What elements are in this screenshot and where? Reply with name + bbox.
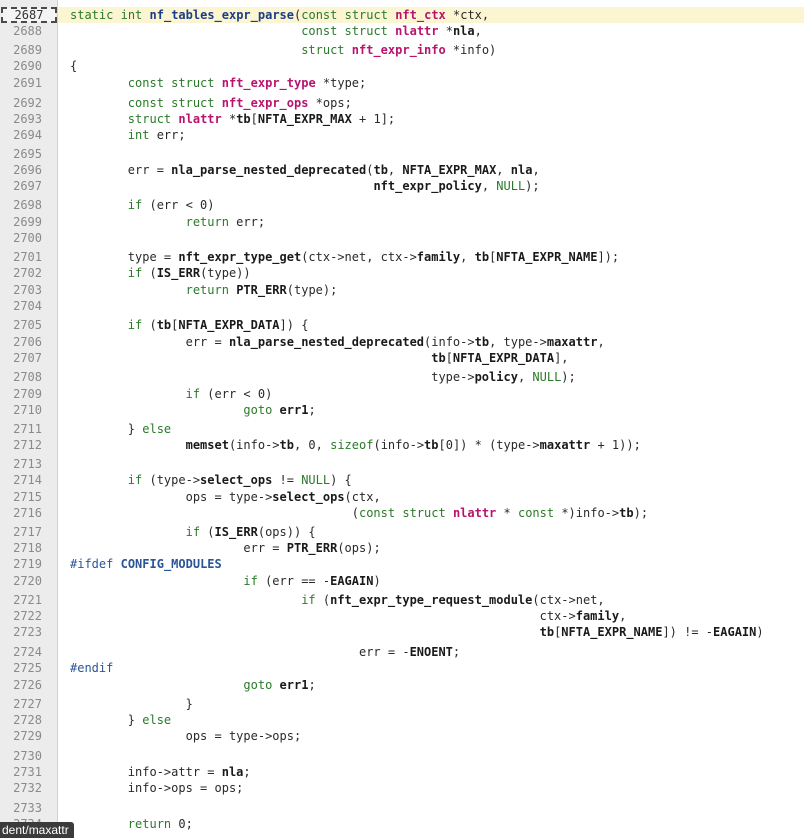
code-line[interactable]: const struct nft_expr_type *type; [70, 76, 366, 90]
line-number[interactable]: 2731 [0, 765, 42, 779]
code-line[interactable]: err = -ENOENT; [70, 645, 460, 659]
code-line[interactable]: type->policy, NULL); [70, 370, 576, 384]
line-number[interactable]: 2702 [0, 266, 42, 280]
line-number[interactable]: 2722 [0, 609, 42, 623]
line-number[interactable]: 2729 [0, 729, 42, 743]
line-number[interactable]: 2715 [0, 490, 42, 504]
code-line[interactable]: return PTR_ERR(type); [70, 283, 338, 297]
code-line[interactable]: const struct nft_expr_ops *ops; [70, 96, 352, 110]
line-number[interactable]: 2733 [0, 801, 42, 815]
line-number[interactable]: 2699 [0, 215, 42, 229]
code-line[interactable]: const struct nlattr *nla, [70, 24, 482, 38]
code-line[interactable]: ops = type->ops; [70, 729, 302, 743]
line-number[interactable]: 2725 [0, 661, 42, 675]
code-line[interactable]: return err; [70, 215, 265, 229]
code-line[interactable]: if (nft_expr_type_request_module(ctx->ne… [70, 593, 604, 607]
line-number[interactable]: 2694 [0, 128, 42, 142]
line-number[interactable]: 2713 [0, 457, 42, 471]
line-number[interactable]: 2703 [0, 283, 42, 297]
line-number[interactable]: 2720 [0, 574, 42, 588]
code-line[interactable]: int err; [70, 128, 186, 142]
line-number[interactable]: 2712 [0, 438, 42, 452]
code-line[interactable]: #ifdef CONFIG_MODULES [70, 557, 222, 571]
line-number[interactable]: 2730 [0, 749, 42, 763]
line-number[interactable]: 2705 [0, 318, 42, 332]
code-line[interactable]: } else [70, 713, 171, 727]
line-number[interactable]: 2697 [0, 179, 42, 193]
line-number[interactable]: 2693 [0, 112, 42, 126]
line-number[interactable]: 2701 [0, 250, 42, 264]
code-line[interactable]: if (IS_ERR(ops)) { [70, 525, 316, 539]
code-line[interactable]: } else [70, 422, 171, 436]
code-line[interactable]: type = nft_expr_type_get(ctx->net, ctx->… [70, 250, 619, 264]
code-line[interactable]: static int nf_tables_expr_parse(const st… [70, 8, 489, 22]
line-number[interactable]: 2710 [0, 403, 42, 417]
line-number[interactable]: 2728 [0, 713, 42, 727]
code-line[interactable]: ops = type->select_ops(ctx, [70, 490, 381, 504]
line-number[interactable]: 2689 [0, 43, 42, 57]
code-line[interactable]: info->attr = nla; [70, 765, 251, 779]
code-line[interactable]: tb[NFTA_EXPR_NAME]) != -EAGAIN) [70, 625, 764, 639]
line-number[interactable]: 2719 [0, 557, 42, 571]
line-number[interactable]: 2723 [0, 625, 42, 639]
code-line[interactable]: tb[NFTA_EXPR_DATA], [70, 351, 568, 365]
code-line[interactable]: if (type->select_ops != NULL) { [70, 473, 352, 487]
line-number[interactable]: 2690 [0, 59, 42, 73]
code-line[interactable]: nft_expr_policy, NULL); [70, 179, 539, 193]
code-line[interactable]: (const struct nlattr * const *)info->tb)… [70, 506, 648, 520]
line-number[interactable]: 2706 [0, 335, 42, 349]
line-number[interactable]: 2718 [0, 541, 42, 555]
line-number[interactable]: 2724 [0, 645, 42, 659]
line-number[interactable]: 2709 [0, 387, 42, 401]
code-line[interactable]: if (err < 0) [70, 198, 215, 212]
line-number[interactable]: 2714 [0, 473, 42, 487]
code-line[interactable]: err = nla_parse_nested_deprecated(info->… [70, 335, 605, 349]
code-line[interactable]: #endif [70, 661, 113, 675]
line-number[interactable]: 2696 [0, 163, 42, 177]
code-line[interactable]: return 0; [70, 817, 193, 831]
line-number[interactable]: 2721 [0, 593, 42, 607]
line-number[interactable]: 2732 [0, 781, 42, 795]
line-number[interactable]: 2704 [0, 299, 42, 313]
line-number[interactable]: 2708 [0, 370, 42, 384]
code-line[interactable]: err = PTR_ERR(ops); [70, 541, 380, 555]
line-number[interactable]: 2711 [0, 422, 42, 436]
code-line[interactable]: memset(info->tb, 0, sizeof(info->tb[0]) … [70, 438, 641, 452]
code-editor[interactable]: 2687 2688 2689 2690 2691 2692 2693 2694 2695 2696… [0, 0, 804, 838]
code-line[interactable]: { [70, 59, 77, 73]
line-number[interactable]: 2688 [0, 24, 42, 38]
code-line[interactable]: } [70, 697, 193, 711]
line-number-current[interactable]: 2687 [1, 7, 57, 23]
line-number[interactable]: 2698 [0, 198, 42, 212]
line-number[interactable]: 2691 [0, 76, 42, 90]
code-line[interactable]: ctx->family, [70, 609, 627, 623]
line-number[interactable]: 2695 [0, 147, 42, 161]
code-line[interactable]: struct nft_expr_info *info) [70, 43, 496, 57]
line-number[interactable]: 2717 [0, 525, 42, 539]
line-number-gutter: 2687 2688 2689 2690 2691 2692 2693 2694 2695 2696… [0, 0, 58, 838]
code-line[interactable]: info->ops = ops; [70, 781, 244, 795]
line-number[interactable]: 2727 [0, 697, 42, 711]
code-line[interactable]: if (err < 0) [70, 387, 273, 401]
status-tooltip: dent/maxattr [0, 822, 74, 838]
code-line[interactable]: if (IS_ERR(type)) [70, 266, 251, 280]
code-line[interactable]: goto err1; [70, 403, 315, 417]
code-line[interactable]: struct nlattr *tb[NFTA_EXPR_MAX + 1]; [70, 112, 395, 126]
line-number[interactable]: 2726 [0, 678, 42, 692]
code-line[interactable]: if (tb[NFTA_EXPR_DATA]) { [70, 318, 309, 332]
line-number[interactable]: 2692 [0, 96, 42, 110]
code-line[interactable]: goto err1; [70, 678, 315, 692]
code-line[interactable]: if (err == -EAGAIN) [70, 574, 380, 588]
line-number[interactable]: 2716 [0, 506, 42, 520]
code-line[interactable]: err = nla_parse_nested_deprecated(tb, NF… [70, 163, 540, 177]
line-number[interactable]: 2700 [0, 231, 42, 245]
line-number[interactable]: 2707 [0, 351, 42, 365]
